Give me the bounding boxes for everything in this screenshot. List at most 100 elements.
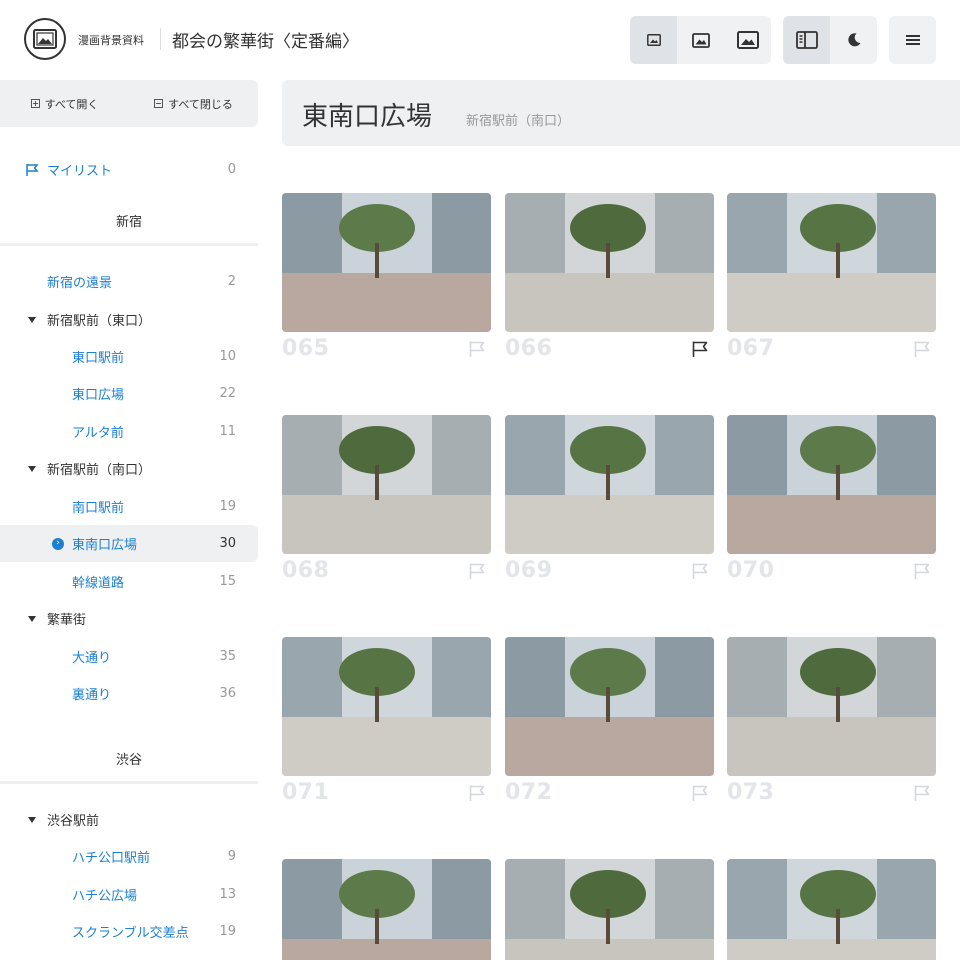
sidebar-item-count: 13	[219, 887, 236, 902]
sidebar-item[interactable]: ハチ公広場 13	[0, 876, 258, 913]
sidebar-item-count: 19	[219, 499, 236, 514]
photo-thumbnail[interactable]	[282, 415, 491, 554]
sidebar-item-label: アルタ前	[72, 426, 124, 441]
app-header: 漫画背景資料 都会の繁華街〈定番編〉	[0, 0, 960, 80]
sidebar-item-label: 新宿の遠景	[47, 276, 113, 291]
collapse-all-label: すべて閉じる	[168, 97, 233, 111]
page-title: 東南口広場	[302, 102, 433, 132]
size-large-button[interactable]	[724, 16, 771, 64]
photo-thumbnail[interactable]	[727, 415, 936, 554]
sidebar-group-label: 渋谷駅前	[47, 814, 100, 829]
image-medium-icon	[691, 32, 710, 48]
view-toggle-group	[783, 16, 877, 64]
flag-icon	[469, 785, 485, 801]
photo-thumbnail[interactable]	[282, 637, 491, 776]
bookmark-flag-button[interactable]	[913, 340, 933, 360]
sidebar-item-count: 19	[219, 924, 236, 939]
sidebar-group-label: 新宿駅前（南口）	[47, 463, 152, 478]
image-small-icon	[646, 34, 661, 46]
expand-all-label: すべて開く	[44, 97, 99, 111]
sidebar-item[interactable]: スクランブル交差点 19	[0, 913, 258, 950]
brand-name[interactable]: 漫画背景資料	[78, 32, 144, 48]
sidebar-item-count: 11	[219, 424, 236, 439]
sidebar-item[interactable]: 新宿の遠景 2	[0, 263, 258, 300]
sidebar-item-label: 大通り	[72, 651, 112, 666]
menu-icon	[905, 35, 920, 45]
photo-thumbnail[interactable]	[282, 859, 491, 960]
photo-number: 065	[282, 336, 330, 361]
bookmark-flag-button[interactable]	[913, 784, 933, 804]
photo-number: 072	[505, 780, 553, 805]
collapse-all-button[interactable]: すべて閉じる	[129, 80, 258, 127]
image-large-icon	[736, 31, 759, 49]
minus-square-icon	[154, 99, 164, 108]
photo-image	[727, 193, 936, 332]
sidebar-item-label: ハチ公口駅前	[72, 851, 151, 866]
sidebar-group-label: 新宿駅前（東口）	[47, 314, 152, 329]
bookmark-flag-button[interactable]	[691, 784, 711, 804]
flag-icon	[914, 785, 930, 801]
sidebar-item[interactable]: 東口駅前 10	[0, 338, 258, 375]
photo-image	[282, 637, 491, 776]
caret-down-icon	[28, 816, 36, 823]
sidebar-item-label: 幹線道路	[72, 576, 125, 591]
sidebar-item[interactable]: ハチ公口駅前 9	[0, 838, 258, 875]
menu-button[interactable]	[889, 16, 936, 64]
photo-number: 067	[727, 336, 775, 361]
photo-thumbnail[interactable]	[505, 193, 714, 332]
photo-thumbnail[interactable]	[505, 859, 714, 960]
sidebar-item[interactable]: 東口広場 22	[0, 375, 258, 412]
photo-thumbnail[interactable]	[505, 415, 714, 554]
sidebar-group[interactable]: 新宿駅前（東口）	[0, 301, 258, 338]
sidebar-item[interactable]: 幹線道路 15	[0, 563, 258, 600]
photo-image	[727, 859, 936, 960]
sidebar-item-label: 東口駅前	[72, 351, 125, 366]
sidebar-item-active[interactable]: › 東南口広場 30	[0, 525, 258, 562]
size-medium-button[interactable]	[677, 16, 724, 64]
plus-square-icon	[30, 99, 40, 108]
sidebar-item[interactable]: アルタ前 11	[0, 413, 258, 450]
photo-number: 066	[505, 336, 553, 361]
chevron-right-icon: ›	[52, 537, 64, 550]
sidebar-toggle-button[interactable]	[783, 16, 830, 64]
sidebar-item-label: 東南口広場	[72, 538, 138, 553]
bookmark-flag-button[interactable]	[468, 562, 488, 582]
bookmark-flag-button[interactable]	[913, 562, 933, 582]
dark-mode-button[interactable]	[830, 16, 877, 64]
photo-image	[727, 415, 936, 554]
sidebar-item-mylist[interactable]: マイリスト 0	[0, 151, 258, 188]
bookmark-flag-button[interactable]	[468, 340, 488, 360]
photo-image	[505, 415, 714, 554]
flag-icon	[692, 563, 708, 579]
sidebar-item-label: ハチ公広場	[72, 889, 138, 904]
flag-icon	[692, 785, 708, 801]
photo-image	[282, 859, 491, 960]
sidebar-group[interactable]: 渋谷駅前	[0, 801, 258, 838]
sidebar-item-label: 東口広場	[72, 388, 125, 403]
photo-thumbnail[interactable]	[727, 859, 936, 960]
photo-thumbnail[interactable]	[282, 193, 491, 332]
expand-all-button[interactable]: すべて開く	[0, 80, 129, 127]
section-title: 渋谷	[115, 753, 142, 768]
sidebar-item-count: 36	[219, 686, 236, 701]
photo-thumbnail[interactable]	[505, 637, 714, 776]
photo-number: 069	[505, 558, 553, 583]
photo-thumbnail[interactable]	[727, 193, 936, 332]
sidebar-item-label: 裏通り	[72, 688, 112, 703]
bookmark-flag-button[interactable]	[691, 340, 711, 360]
sidebar-item[interactable]: 大通り 35	[0, 638, 258, 675]
sidebar-group[interactable]: 繁華街	[0, 600, 258, 637]
logo-icon[interactable]	[24, 18, 66, 60]
bookmark-flag-button[interactable]	[468, 784, 488, 804]
photo-image	[727, 637, 936, 776]
bookmark-flag-button[interactable]	[691, 562, 711, 582]
sidebar-item[interactable]: 南口駅前 19	[0, 488, 258, 525]
sidebar-group[interactable]: 新宿駅前（南口）	[0, 450, 258, 487]
sidebar-item-count: 2	[227, 274, 236, 289]
sidebar-item[interactable]: 裏通り 36	[0, 675, 258, 712]
photo-image	[505, 193, 714, 332]
size-small-button[interactable]	[630, 16, 677, 64]
sidebar-item-count: 35	[219, 649, 236, 664]
photo-thumbnail[interactable]	[727, 637, 936, 776]
sidebar-item-count: 30	[219, 536, 236, 551]
